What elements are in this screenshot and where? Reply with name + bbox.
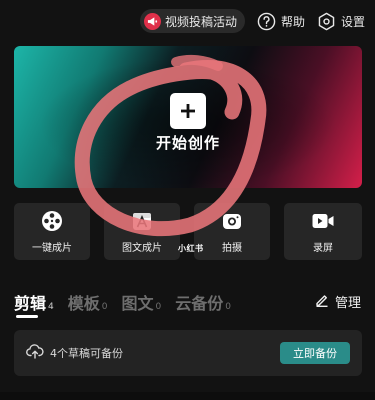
promo-label: 视频投稿活动	[164, 14, 237, 29]
settings-button[interactable]: 设置	[317, 11, 365, 31]
edit-pencil-icon	[315, 292, 329, 311]
tab-cloud-backup-count: 0	[225, 302, 231, 312]
top-bar: 视频投稿活动 帮助 设置	[0, 8, 375, 34]
camera-icon	[220, 209, 244, 233]
film-reel-icon	[40, 209, 64, 233]
promo-activity-button[interactable]: 视频投稿活动	[139, 9, 245, 33]
tab-image-text-count: 0	[155, 302, 162, 312]
screen-record-icon	[311, 209, 335, 233]
tab-cloud-backup[interactable]: 云备份 0	[175, 290, 231, 314]
image-text-video-button[interactable]: 图文成片	[104, 203, 180, 260]
drafts-backup-bar: 4个草稿可备份 立即备份	[14, 330, 362, 376]
shoot-label: 拍摄	[222, 243, 242, 254]
backup-now-button[interactable]: 立即备份	[280, 342, 350, 364]
shoot-button[interactable]: 拍摄	[194, 203, 270, 260]
manage-label: 管理	[334, 296, 361, 311]
project-tabs: 剪辑 4 模板 0 图文 0 云备份 0	[14, 288, 361, 314]
start-creation-label: 开始创作	[155, 134, 220, 152]
tab-edit-count: 4	[48, 302, 54, 312]
tab-templates-count: 0	[101, 302, 108, 312]
tab-edit-label: 剪辑	[14, 294, 47, 313]
active-tab-indicator	[16, 315, 38, 318]
tab-image-text-label: 图文	[121, 294, 154, 313]
help-button[interactable]: 帮助	[257, 11, 305, 31]
screen-record-label: 录屏	[313, 243, 333, 254]
watermark-text: 小红书	[178, 244, 204, 253]
screen-record-button[interactable]: 录屏	[284, 203, 362, 260]
megaphone-icon	[143, 12, 161, 30]
cloud-upload-icon	[26, 343, 44, 363]
tab-cloud-backup-label: 云备份	[175, 294, 224, 313]
help-icon	[257, 11, 277, 31]
drafts-count-text: 4个草稿可备份	[50, 347, 123, 360]
bottom-strip	[0, 392, 375, 400]
manage-button[interactable]: 管理	[315, 292, 361, 311]
one-click-video-button[interactable]: 一键成片	[14, 203, 90, 260]
tab-edit[interactable]: 剪辑 4	[14, 290, 54, 314]
tab-templates-label: 模板	[67, 294, 100, 313]
settings-label: 设置	[340, 14, 365, 29]
image-text-video-label: 图文成片	[122, 243, 162, 254]
start-creation-card[interactable]: 开始创作	[14, 46, 362, 188]
image-text-icon	[130, 209, 154, 233]
plus-icon	[170, 93, 206, 129]
tab-image-text[interactable]: 图文 0	[122, 290, 162, 314]
tab-templates[interactable]: 模板 0	[68, 290, 108, 314]
gear-icon	[317, 11, 337, 31]
help-label: 帮助	[280, 14, 305, 29]
one-click-video-label: 一键成片	[32, 243, 72, 254]
